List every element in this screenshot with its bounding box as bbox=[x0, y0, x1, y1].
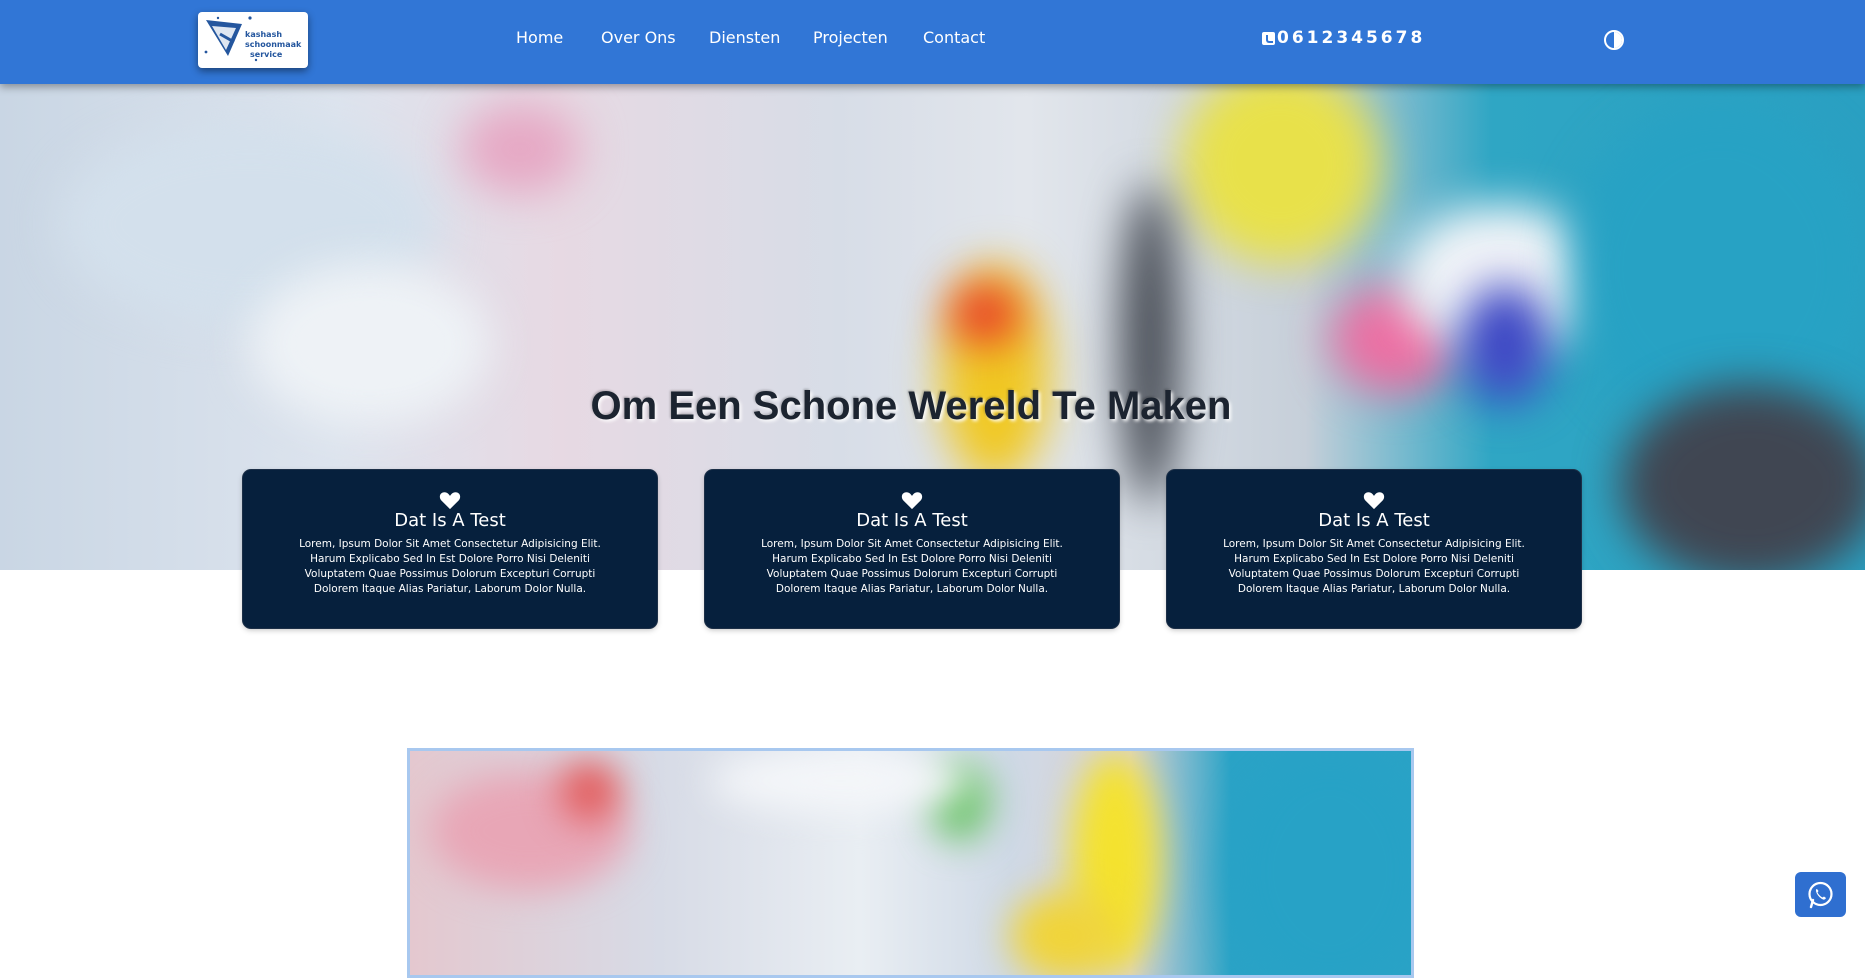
phone-icon bbox=[1262, 31, 1275, 45]
card-title: Dat Is A Test bbox=[856, 510, 968, 531]
about-image bbox=[407, 748, 1414, 978]
image-bg-blob bbox=[710, 751, 970, 811]
nav-contact[interactable]: Contact bbox=[923, 28, 985, 47]
image-bg-blob bbox=[1010, 891, 1120, 975]
heart-icon bbox=[901, 492, 923, 510]
site-logo[interactable]: kashash schoonmaak service bbox=[198, 12, 308, 68]
logo-text-line-1: kashash bbox=[245, 30, 283, 39]
heart-icon bbox=[1363, 492, 1385, 510]
hero-bg-blob bbox=[950, 284, 1020, 344]
site-header: kashash schoonmaak service Home Over Ons… bbox=[0, 0, 1865, 84]
card-title: Dat Is A Test bbox=[394, 510, 506, 531]
whatsapp-icon bbox=[1808, 881, 1833, 909]
heart-icon bbox=[439, 492, 461, 510]
nav-over-ons[interactable]: Over Ons bbox=[601, 28, 676, 47]
hero-bg-blob bbox=[1120, 184, 1180, 504]
card-text: Lorem, Ipsum Dolor Sit Amet Consectetur … bbox=[1223, 538, 1525, 595]
hero-bg-blob bbox=[1180, 84, 1380, 264]
feature-card: Dat Is A Test Lorem, Ipsum Dolor Sit Ame… bbox=[705, 470, 1119, 628]
hero-title: Om Een Schone Wereld Te Maken bbox=[590, 384, 1232, 428]
card-title: Dat Is A Test bbox=[1318, 510, 1430, 531]
feature-card: Dat Is A Test Lorem, Ipsum Dolor Sit Ame… bbox=[243, 470, 657, 628]
card-text: Lorem, Ipsum Dolor Sit Amet Consectetur … bbox=[761, 538, 1063, 595]
phone-link[interactable]: 0612345678 bbox=[1262, 28, 1425, 48]
feature-card: Dat Is A Test Lorem, Ipsum Dolor Sit Ame… bbox=[1167, 470, 1581, 628]
phone-number: 0612345678 bbox=[1277, 28, 1426, 48]
logo-text-line-2: schoonmaak bbox=[245, 40, 302, 49]
logo-text-line-3: service bbox=[250, 50, 283, 59]
hero-bg-blob bbox=[460, 104, 580, 194]
image-bg-blob bbox=[1230, 751, 1411, 975]
contrast-icon[interactable] bbox=[1604, 30, 1624, 50]
image-bg-blob bbox=[560, 761, 620, 821]
nav-projecten[interactable]: Projecten bbox=[813, 28, 888, 47]
card-text: Lorem, Ipsum Dolor Sit Amet Consectetur … bbox=[299, 538, 601, 595]
whatsapp-button[interactable] bbox=[1795, 872, 1846, 917]
nav-diensten[interactable]: Diensten bbox=[709, 28, 780, 47]
nav-home[interactable]: Home bbox=[516, 28, 563, 47]
